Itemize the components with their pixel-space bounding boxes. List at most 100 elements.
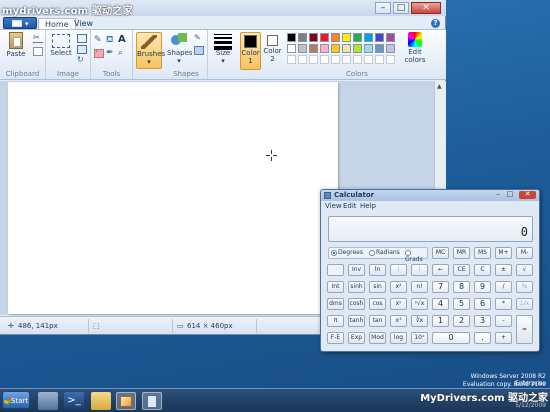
memory-key[interactable]: MC — [432, 247, 449, 259]
color-swatch[interactable] — [298, 33, 307, 42]
menu-help[interactable]: Help — [360, 202, 376, 210]
color-swatch[interactable] — [364, 44, 373, 53]
color-swatch[interactable] — [287, 33, 296, 42]
explorer-folder-icon[interactable] — [91, 392, 111, 410]
color-swatch[interactable] — [287, 44, 296, 53]
calc-key[interactable]: π — [327, 315, 344, 327]
memory-key[interactable]: MR — [453, 247, 470, 259]
mode-radians[interactable]: Radians — [369, 249, 400, 256]
calc-key[interactable]: x³ — [390, 315, 407, 327]
color-swatch[interactable] — [375, 44, 384, 53]
calc-key[interactable]: dms — [327, 298, 344, 310]
calc-key[interactable]: Int — [327, 281, 344, 293]
equals-key[interactable]: = — [516, 315, 533, 344]
calc-key[interactable]: x² — [390, 281, 407, 293]
fill-icon[interactable]: ⛾ — [106, 36, 116, 45]
menu-edit[interactable]: Edit — [343, 202, 357, 210]
start-button[interactable]: Start — [2, 391, 30, 409]
calc-key[interactable]: 6 — [474, 298, 491, 310]
calc-key[interactable]: 7 — [432, 281, 449, 293]
calc-key[interactable]: Inv — [348, 264, 365, 276]
paint-taskbar-icon[interactable] — [116, 392, 136, 410]
calc-key[interactable]: √ — [516, 264, 533, 276]
memory-key[interactable]: M+ — [495, 247, 512, 259]
custom-color-slot[interactable] — [386, 55, 395, 64]
shapes-button[interactable]: Shapes ▾ — [167, 32, 193, 65]
resize-icon[interactable] — [77, 45, 87, 54]
calc-key[interactable]: 4 — [432, 298, 449, 310]
color-swatch[interactable] — [320, 33, 329, 42]
color-swatch[interactable] — [364, 33, 373, 42]
calc-key[interactable]: xʸ — [390, 298, 407, 310]
calc-key[interactable]: tanh — [348, 315, 365, 327]
calc-key[interactable]: sin — [369, 281, 386, 293]
calc-key[interactable]: CE — [453, 264, 470, 276]
fill-shape-icon[interactable] — [194, 46, 204, 55]
custom-color-slot[interactable] — [309, 55, 318, 64]
crop-icon[interactable] — [77, 34, 87, 43]
calc-key[interactable]: tan — [369, 315, 386, 327]
calc-key[interactable]: * — [495, 298, 512, 310]
color-swatch[interactable] — [331, 44, 340, 53]
calc-key[interactable]: Mod — [369, 332, 386, 344]
pencil-icon[interactable]: ✎ — [94, 36, 104, 45]
calc-key[interactable]: ) — [411, 264, 428, 276]
color2-button[interactable]: Color 2 — [263, 32, 282, 70]
rotate-icon[interactable]: ↻ — [77, 56, 87, 65]
calc-key[interactable]: / — [495, 281, 512, 293]
calc-key[interactable]: F-E — [327, 332, 344, 344]
cut-icon[interactable]: ✂ — [33, 34, 43, 43]
color-swatch[interactable] — [309, 33, 318, 42]
select-button[interactable]: Select — [50, 32, 72, 57]
custom-color-slot[interactable] — [342, 55, 351, 64]
calc-key[interactable]: 10ˣ — [411, 332, 428, 344]
calc-key[interactable]: ∛x — [411, 315, 428, 327]
calc-minimize-button[interactable]: – — [493, 191, 503, 199]
magnifier-icon[interactable]: ⌕ — [118, 49, 128, 58]
server-manager-icon[interactable] — [38, 392, 58, 410]
color-swatch[interactable] — [375, 33, 384, 42]
calc-key[interactable]: 8 — [453, 281, 470, 293]
custom-color-slot[interactable] — [298, 55, 307, 64]
text-icon[interactable]: A — [118, 35, 128, 45]
paste-button[interactable]: Paste — [5, 32, 27, 58]
calc-key[interactable]: n! — [411, 281, 428, 293]
color-swatch[interactable] — [309, 44, 318, 53]
calc-key[interactable]: log — [390, 332, 407, 344]
mode-grads[interactable]: Grads — [405, 249, 427, 263]
color-swatch[interactable] — [353, 33, 362, 42]
memory-key[interactable]: MS — [474, 247, 491, 259]
minimize-button[interactable]: – — [375, 2, 391, 14]
calc-key[interactable]: ← — [432, 264, 449, 276]
calc-key[interactable]: 1 — [432, 315, 449, 327]
copy-icon[interactable] — [33, 47, 43, 56]
calc-key[interactable]: ʸ√x — [411, 298, 428, 310]
blank-key[interactable] — [327, 264, 344, 276]
calc-key[interactable]: cos — [369, 298, 386, 310]
color-swatch[interactable] — [386, 33, 395, 42]
custom-color-slot[interactable] — [353, 55, 362, 64]
color-swatch[interactable] — [320, 44, 329, 53]
color-picker-icon[interactable]: ✒ — [106, 49, 116, 58]
maximize-button[interactable]: □ — [393, 2, 409, 14]
calc-key[interactable]: Exp — [348, 332, 365, 344]
color-swatch[interactable] — [298, 44, 307, 53]
scroll-up-icon[interactable]: ▲ — [437, 83, 442, 90]
calc-close-button[interactable]: ✕ — [519, 191, 536, 199]
custom-color-slot[interactable] — [375, 55, 384, 64]
plus-key[interactable]: + — [495, 332, 512, 344]
calc-key[interactable]: cosh — [348, 298, 365, 310]
calc-key[interactable]: 9 — [474, 281, 491, 293]
size-button[interactable]: Size ▾ — [211, 32, 235, 65]
outline-icon[interactable]: ✎ — [194, 34, 204, 43]
calc-key[interactable]: % — [516, 281, 533, 293]
color-swatch[interactable] — [342, 44, 351, 53]
calc-key[interactable]: 1/x — [516, 298, 533, 310]
edit-colors-button[interactable]: Edit colors — [402, 32, 428, 64]
custom-color-slot[interactable] — [364, 55, 373, 64]
calc-key[interactable]: ( — [390, 264, 407, 276]
calc-key[interactable]: - — [495, 315, 512, 327]
zero-key[interactable]: 0 — [432, 332, 470, 344]
powershell-icon[interactable]: >_ — [64, 392, 84, 410]
memory-key[interactable]: M- — [516, 247, 533, 259]
